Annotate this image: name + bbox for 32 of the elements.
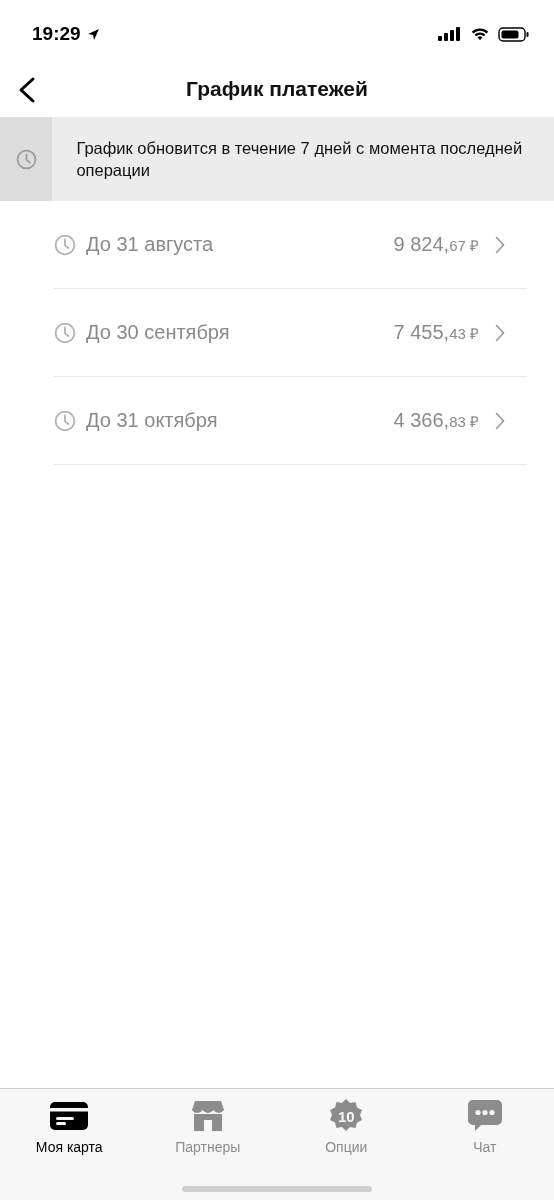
tab-bar-item[interactable]: Моя карта	[0, 1097, 139, 1157]
status-time: 19:29	[32, 23, 81, 45]
clock-icon	[54, 409, 76, 432]
badge-count: 10	[337, 1107, 355, 1125]
payment-date: До 31 октября	[86, 409, 219, 432]
payment-row[interactable]: До 30 сентября 7 455,43 ₽	[54, 289, 527, 377]
tab-bar-item[interactable]: 10 Опции	[277, 1097, 416, 1157]
tab-bar-item[interactable]: Чат	[415, 1097, 554, 1157]
clock-icon	[54, 321, 76, 344]
payment-row[interactable]: До 31 августа 9 824,67 ₽	[54, 201, 527, 289]
wifi-icon	[470, 27, 490, 41]
chevron-icon	[495, 235, 505, 254]
chat-bubble-icon	[467, 1100, 502, 1132]
clock-icon	[54, 233, 76, 256]
payment-amount: 7 455,43 ₽	[393, 321, 479, 344]
screen-title: График платежей	[186, 77, 368, 101]
storefront-icon	[191, 1101, 224, 1131]
clock-icon	[15, 148, 37, 170]
payment-amount: 4 366,83 ₽	[393, 409, 479, 432]
badge-icon	[328, 1098, 365, 1134]
notice-text: График обновится в течение 7 дней с момента последней операции	[75, 138, 524, 181]
payment-row[interactable]: До 31 октября 4 366,83 ₽	[54, 377, 527, 465]
battery-icon	[498, 26, 530, 42]
signal-icon	[438, 27, 462, 41]
tab-bar-item[interactable]: Партнеры	[138, 1097, 277, 1157]
payment-date: До 30 сентября	[86, 321, 231, 344]
chevron-icon	[495, 323, 505, 342]
chevron-icon	[495, 411, 505, 430]
payment-date: До 31 августа	[86, 233, 215, 256]
payment-amount: 9 824,67 ₽	[393, 233, 479, 256]
card-icon	[50, 1102, 89, 1130]
location-arrow-icon	[86, 27, 100, 41]
